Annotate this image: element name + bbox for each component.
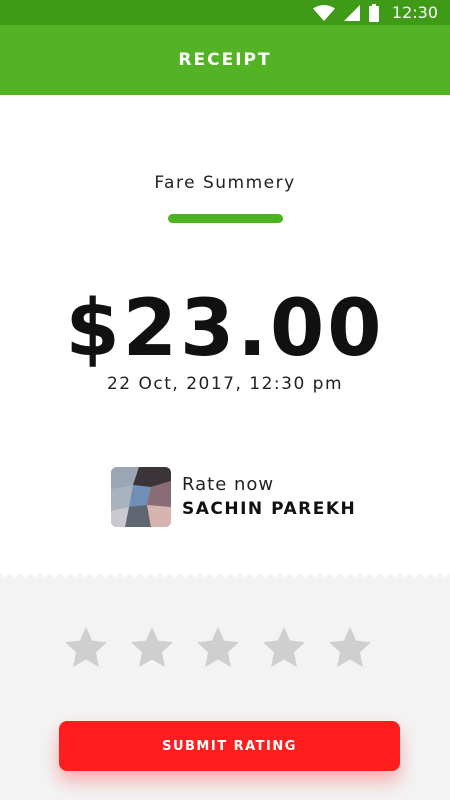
driver-name: SACHIN PAREKH [182, 499, 357, 519]
battery-icon [368, 3, 379, 22]
driver-info: Rate now SACHIN PAREKH [111, 467, 356, 527]
app-bar: RECEIPT [0, 25, 450, 95]
star-rating [62, 624, 374, 672]
rate-now-label: Rate now [182, 474, 275, 495]
status-time: 12:30 [391, 3, 438, 22]
star-3-icon[interactable] [194, 624, 242, 672]
wifi-icon [312, 4, 335, 21]
receipt-zigzag-edge [0, 566, 450, 582]
star-4-icon[interactable] [260, 624, 308, 672]
avatar [111, 467, 171, 527]
driver-text: Rate now SACHIN PAREKH [182, 473, 356, 521]
star-1-icon[interactable] [62, 624, 110, 672]
status-icons: 12:30 [312, 3, 438, 22]
fare-summary-label: Fare Summery [154, 173, 296, 193]
fare-summary-underline [168, 214, 283, 223]
signal-icon [343, 4, 360, 21]
fare-amount: $23.00 [65, 284, 385, 374]
fare-date: 22 Oct, 2017, 12:30 pm [106, 374, 344, 394]
star-2-icon[interactable] [128, 624, 176, 672]
star-5-icon[interactable] [326, 624, 374, 672]
status-bar: 12:30 [0, 0, 450, 25]
submit-rating-button[interactable]: SUBMIT RATING [59, 721, 400, 771]
page-title: RECEIPT [178, 50, 272, 70]
